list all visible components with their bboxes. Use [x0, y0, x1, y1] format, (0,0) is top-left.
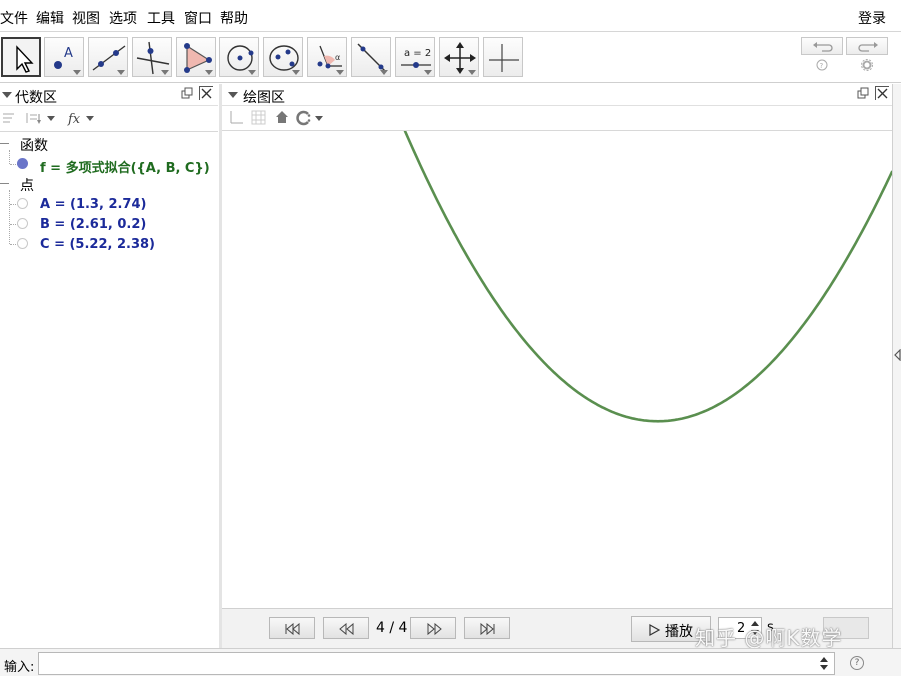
- menu-options[interactable]: 选项: [109, 8, 137, 28]
- input-field[interactable]: [38, 652, 835, 675]
- previous-step-button[interactable]: [323, 617, 369, 639]
- login-link[interactable]: 登录: [858, 8, 886, 28]
- visibility-toggle-f[interactable]: [17, 158, 28, 169]
- circle-tool-button[interactable]: [219, 37, 259, 77]
- angle-tool-button[interactable]: α: [307, 37, 347, 77]
- menu-help[interactable]: 帮助: [220, 8, 248, 28]
- collapse-category-icon[interactable]: [0, 143, 9, 144]
- algebra-view-title: 代数区: [15, 90, 57, 106]
- svg-text:?: ?: [820, 62, 824, 70]
- slider-tool-button[interactable]: a = 2: [395, 37, 435, 77]
- menu-bar: 文件 编辑 视图 选项 工具 窗口 帮助 登录: [0, 0, 901, 32]
- home-icon[interactable]: [275, 110, 291, 126]
- algebra-item-a[interactable]: A = (1.3, 2.74): [40, 197, 146, 212]
- undo-icon: [813, 42, 833, 52]
- axes-tool-button[interactable]: [483, 37, 523, 77]
- fx-description-icon[interactable]: fx: [66, 110, 98, 126]
- menu-file[interactable]: 文件: [0, 8, 28, 28]
- skip-to-start-icon: [285, 622, 300, 636]
- algebra-view-header: 代数区: [0, 84, 218, 106]
- help-icon[interactable]: ?: [816, 59, 828, 71]
- visibility-toggle-c[interactable]: [17, 238, 28, 249]
- move-view-tool-button[interactable]: [439, 37, 479, 77]
- graphics-style-bar: [222, 106, 892, 131]
- step-back-icon: [339, 622, 354, 636]
- menu-window[interactable]: 窗口: [184, 8, 212, 28]
- close-icon[interactable]: [875, 86, 889, 100]
- input-label: 输入:: [4, 660, 35, 675]
- svg-text:A: A: [64, 46, 73, 61]
- algebra-item-c[interactable]: C = (5.22, 2.38): [40, 237, 155, 252]
- input-bar: 输入: ?: [0, 648, 901, 676]
- step-counter: 4 / 4: [376, 620, 408, 636]
- polygon-tool-button[interactable]: [176, 37, 216, 77]
- last-step-button[interactable]: [464, 617, 510, 639]
- skip-to-end-icon: [480, 622, 495, 636]
- category-functions[interactable]: 函数: [20, 135, 48, 155]
- close-icon[interactable]: [199, 86, 213, 100]
- algebra-tree: 函数 f = 多项式拟合({A, B, C}) 点 A = (1.3, 2.74…: [0, 132, 218, 648]
- visibility-toggle-b[interactable]: [17, 218, 28, 229]
- algebra-item-b[interactable]: B = (2.61, 0.2): [40, 217, 146, 232]
- collapse-triangle-icon[interactable]: [228, 92, 238, 98]
- graphics-view-header: 绘图区: [222, 84, 892, 106]
- chevron-left-icon: [894, 349, 901, 361]
- svg-text:fx: fx: [67, 112, 81, 126]
- step-forward-icon: [427, 622, 442, 636]
- slider-icon-label: a = 2: [404, 48, 431, 59]
- show-grid-icon[interactable]: [251, 110, 267, 126]
- next-step-button[interactable]: [410, 617, 456, 639]
- input-help-icon[interactable]: ?: [850, 656, 864, 670]
- algebra-item-f[interactable]: f = 多项式拟合({A, B, C}): [40, 157, 210, 176]
- toolbar: A α a = 2 ?: [0, 33, 901, 83]
- redo-button[interactable]: [846, 37, 888, 55]
- geogebra-window: 文件 编辑 视图 选项 工具 窗口 帮助 登录 A α a = 2 ? 代数区 …: [0, 0, 901, 676]
- auxiliary-objects-icon[interactable]: [2, 111, 16, 125]
- move-tool-button[interactable]: [1, 37, 41, 77]
- play-icon: [649, 624, 661, 636]
- cursor-arrow-icon: [16, 45, 34, 73]
- reflect-tool-button[interactable]: [351, 37, 391, 77]
- menu-view[interactable]: 视图: [72, 8, 100, 28]
- play-label: 播放: [665, 624, 693, 640]
- first-step-button[interactable]: [269, 617, 315, 639]
- menu-tools[interactable]: 工具: [147, 8, 175, 28]
- settings-gear-icon[interactable]: [861, 59, 873, 71]
- watermark: 知乎 @啊K数学: [695, 626, 843, 650]
- redo-icon: [858, 42, 878, 52]
- menu-edit[interactable]: 编辑: [36, 8, 64, 28]
- line-tool-button[interactable]: [88, 37, 128, 77]
- visibility-toggle-a[interactable]: [17, 198, 28, 209]
- category-points[interactable]: 点: [20, 175, 34, 195]
- undo-button[interactable]: [801, 37, 843, 55]
- function-f-curve[interactable]: [398, 131, 892, 423]
- undock-icon[interactable]: [180, 86, 194, 100]
- point-tool-button[interactable]: A: [44, 37, 84, 77]
- collapse-category-icon[interactable]: [0, 183, 9, 184]
- perpendicular-tool-button[interactable]: [132, 37, 172, 77]
- graphics-view-title: 绘图区: [243, 90, 285, 106]
- input-history-icon[interactable]: [819, 656, 829, 672]
- svg-text:α: α: [335, 53, 340, 62]
- point-capturing-icon[interactable]: [296, 110, 328, 126]
- collapse-triangle-icon[interactable]: [2, 92, 12, 98]
- graphics-canvas[interactable]: [222, 131, 892, 608]
- show-axes-icon[interactable]: [228, 110, 244, 126]
- conic-tool-button[interactable]: [263, 37, 303, 77]
- algebra-style-bar: fx: [0, 106, 218, 132]
- axes-icon: [489, 44, 519, 72]
- undock-icon[interactable]: [856, 86, 870, 100]
- right-panel-toggle[interactable]: [892, 84, 901, 648]
- sort-icon[interactable]: [25, 111, 57, 125]
